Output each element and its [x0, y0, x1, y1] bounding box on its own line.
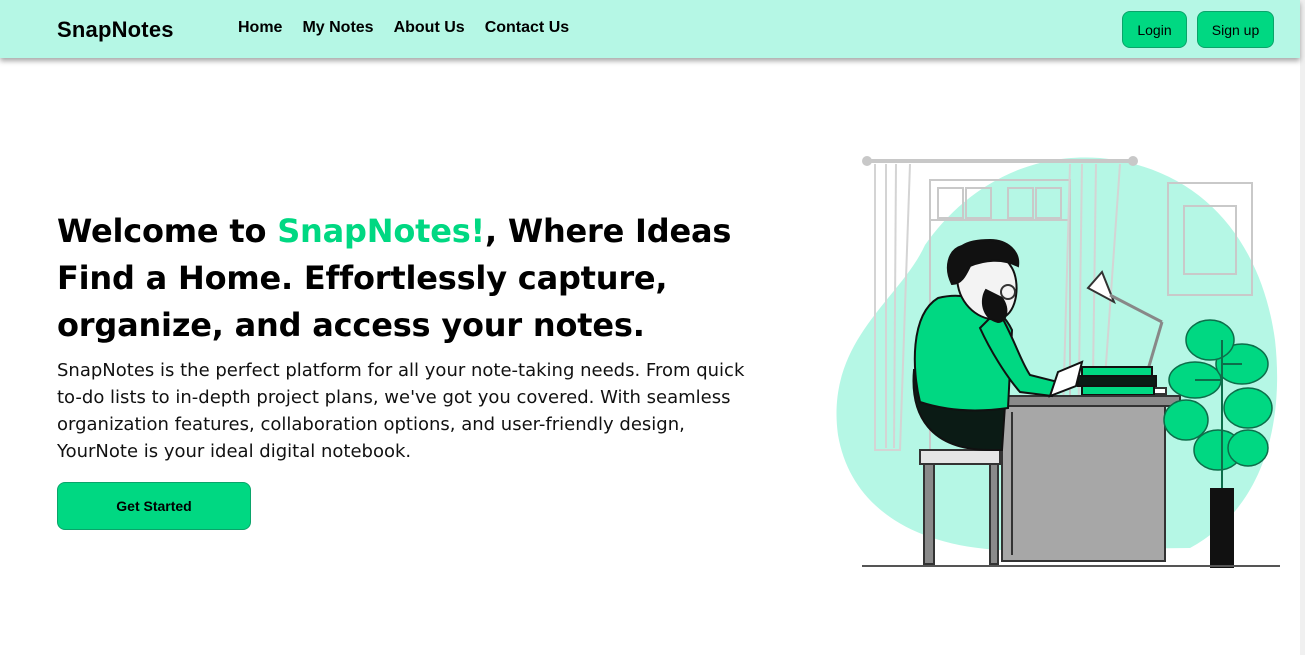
person-reading-at-desk-illustration	[836, 156, 1280, 568]
brand-logo[interactable]: SnapNotes	[57, 17, 174, 43]
get-started-button[interactable]: Get Started	[57, 482, 251, 530]
nav-link-about-us[interactable]: About Us	[394, 19, 465, 37]
desk	[989, 395, 1181, 562]
hero-title-accent: SnapNotes!	[277, 212, 485, 250]
book-stack	[1077, 366, 1157, 396]
nav-link-my-notes[interactable]: My Notes	[302, 19, 373, 37]
hero-title-prefix: Welcome to	[57, 212, 278, 250]
hero-title: Welcome to SnapNotes!, Where Ideas Find …	[57, 208, 797, 349]
hero-description: SnapNotes is the perfect platform for al…	[57, 360, 745, 462]
nav-link-contact-us[interactable]: Contact Us	[485, 19, 569, 37]
nav-link-home[interactable]: Home	[238, 19, 282, 37]
nav-links: Home My Notes About Us Contact Us	[238, 19, 589, 37]
navbar: SnapNotes Home My Notes About Us Contact…	[0, 0, 1300, 58]
login-button[interactable]: Login	[1122, 11, 1187, 48]
page-scrollbar[interactable]	[1300, 0, 1305, 655]
signup-button[interactable]: Sign up	[1197, 11, 1274, 48]
